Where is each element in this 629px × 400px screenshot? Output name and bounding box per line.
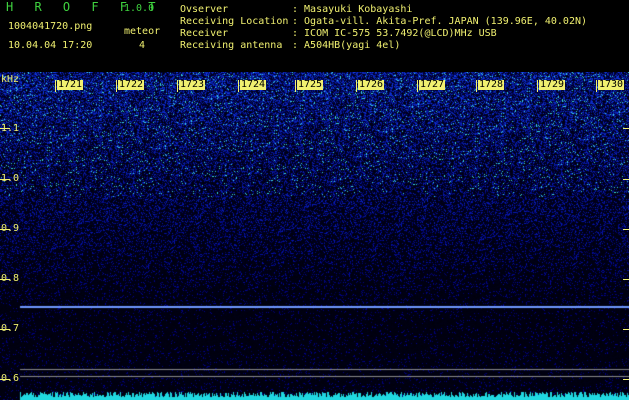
freq-tick-right	[623, 229, 629, 230]
capture-datetime: 10.04.04 17:20	[8, 40, 93, 51]
minute-label-1725: 1725	[297, 79, 324, 90]
meteor-label: meteor	[124, 26, 161, 37]
app-version: 1.0.0	[124, 3, 155, 14]
freq-label-1.0: 1.0	[1, 173, 20, 184]
minute-label-1723: 1723	[179, 79, 206, 90]
freq-tick-right	[623, 128, 629, 129]
minute-tick	[55, 80, 56, 92]
minute-label-1730: 1730	[598, 79, 625, 90]
minute-label-1722: 1722	[118, 79, 145, 90]
freq-tick-right	[623, 279, 629, 280]
minute-label-1724: 1724	[240, 79, 267, 90]
antenna-label: Receiving antenna	[180, 40, 283, 51]
minute-label-1729: 1729	[539, 79, 566, 90]
header-panel: H R O F F T 1.0.0 1004041720.png meteor …	[0, 0, 629, 72]
minute-label-1728: 1728	[478, 79, 505, 90]
freq-label-0.8: 0.8	[1, 273, 20, 284]
minute-label-1727: 1727	[419, 79, 446, 90]
observer-value: : Masayuki Kobayashi	[292, 4, 413, 15]
minute-tick	[537, 80, 538, 92]
minute-tick	[177, 80, 178, 92]
receiver-value: : ICOM IC-575 53.7492(@LCD)MHz USB	[292, 28, 497, 39]
freq-label-0.9: 0.9	[1, 223, 20, 234]
freq-tick-right	[623, 329, 629, 330]
minute-tick	[476, 80, 477, 92]
freq-label-1.1: 1.1	[1, 123, 20, 134]
freq-unit-label: kHz	[1, 74, 20, 85]
location-label: Receiving Location	[180, 16, 289, 27]
freq-label-0.7: 0.7	[1, 323, 20, 334]
freq-label-0.6: 0.6	[1, 373, 20, 384]
antenna-value: : A504HB(yagi 4el)	[292, 40, 401, 51]
minute-tick	[356, 80, 357, 92]
minute-tick	[417, 80, 418, 92]
freq-tick-right	[623, 179, 629, 180]
receiver-label: Receiver	[180, 28, 229, 39]
minute-label-1726: 1726	[358, 79, 385, 90]
freq-tick-right	[623, 379, 629, 380]
minute-tick	[295, 80, 296, 92]
location-value: : Ogata-vill. Akita-Pref. JAPAN (139.96E…	[292, 16, 588, 27]
observer-label: Ovserver	[180, 4, 229, 15]
minute-tick	[238, 80, 239, 92]
image-filename: 1004041720.png	[8, 21, 93, 32]
minute-label-1721: 1721	[57, 79, 84, 90]
minute-tick	[116, 80, 117, 92]
meteor-count: 4	[139, 40, 146, 51]
spectrogram-canvas	[0, 72, 629, 400]
minute-tick	[596, 80, 597, 92]
